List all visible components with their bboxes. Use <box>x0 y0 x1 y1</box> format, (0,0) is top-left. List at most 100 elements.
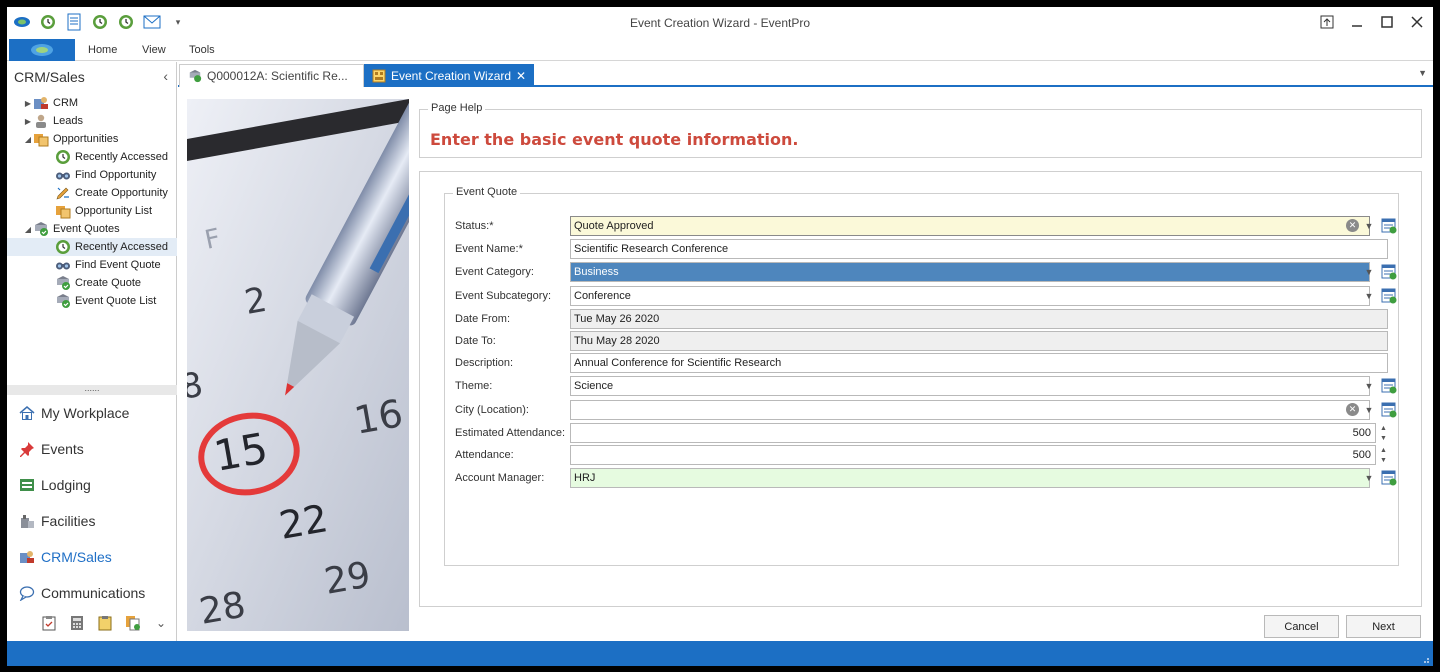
clear-icon[interactable]: ✕ <box>1346 403 1359 416</box>
event-quote-legend: Event Quote <box>453 186 521 198</box>
ribbon-tab-home[interactable]: Home <box>88 44 117 56</box>
expand-arrow-icon[interactable]: ▶ <box>23 117 33 126</box>
tree-item-leads[interactable]: ▶ Leads <box>7 112 177 130</box>
nav-shortcut-bar: ⌄ <box>41 615 169 631</box>
lookup-icon[interactable] <box>1380 469 1398 487</box>
event-name-field[interactable]: Scientific Research Conference <box>570 239 1388 259</box>
next-button[interactable]: Next <box>1346 615 1421 638</box>
tree-item-opportunity-list[interactable]: Opportunity List <box>7 202 177 220</box>
tree-item-opp-recently-accessed[interactable]: Recently Accessed <box>7 148 177 166</box>
event-subcategory-field[interactable]: Conference <box>570 286 1370 306</box>
minimize-icon[interactable] <box>1349 13 1365 31</box>
binoculars-icon <box>55 167 71 183</box>
clock-icon <box>55 239 71 255</box>
nav-header: CRM/Sales <box>14 69 85 85</box>
date-to-label: Date To: <box>455 335 496 347</box>
estimated-attendance-row: Estimated Attendance: 500 ▲ ▼ <box>455 423 1388 443</box>
ribbon-tab-tools[interactable]: Tools <box>189 44 215 56</box>
status-label: Status:* <box>455 220 494 232</box>
eventpro-logo-icon <box>31 44 53 56</box>
event-name-row: Event Name:* Scientific Research Confere… <box>455 239 1388 259</box>
lookup-icon[interactable] <box>1380 217 1398 235</box>
close-tab-icon[interactable]: ✕ <box>516 69 526 83</box>
documents-icon[interactable] <box>125 615 141 631</box>
nav-module-communications[interactable]: Communications <box>7 575 177 611</box>
resize-grip-icon[interactable] <box>1421 655 1429 663</box>
clear-icon[interactable]: ✕ <box>1346 219 1359 232</box>
attendance-label: Attendance: <box>455 449 514 461</box>
tree-item-quote-recently-accessed[interactable]: Recently Accessed <box>7 238 177 256</box>
app-window: ▾ Event Creation Wizard - EventPro Home … <box>7 7 1433 666</box>
expand-arrow-icon[interactable]: ▶ <box>23 99 33 108</box>
estimated-attendance-label: Estimated Attendance: <box>455 427 566 439</box>
event-quote-icon <box>188 69 202 83</box>
create-icon <box>55 185 71 201</box>
city-field[interactable] <box>570 400 1370 420</box>
lodging-icon <box>19 477 35 493</box>
tab-event-creation-wizard[interactable]: Event Creation Wizard ✕ <box>364 64 534 87</box>
account-manager-field[interactable]: HRJ <box>570 468 1370 488</box>
tab-quote-q000012a[interactable]: Q000012A: Scientific Re... <box>179 64 364 87</box>
ribbon-tab-view[interactable]: View <box>142 44 166 56</box>
collapse-nav-icon[interactable]: ‹ <box>163 68 168 84</box>
calculator-icon[interactable] <box>69 615 85 631</box>
wizard-content: F 2 8 16 15 22 29 28 Page Help Enter the… <box>178 89 1433 640</box>
event-quote-icon <box>55 293 71 309</box>
nav-module-my-workplace[interactable]: My Workplace <box>7 395 177 431</box>
nav-splitter[interactable]: ...... <box>7 384 177 395</box>
spin-buttons-icon[interactable]: ▲ ▼ <box>1377 423 1390 443</box>
nav-module-lodging[interactable]: Lodging <box>7 467 177 503</box>
collapse-arrow-icon[interactable]: ◢ <box>23 225 33 234</box>
estimated-attendance-field[interactable]: 500 <box>570 423 1376 443</box>
chevron-down-icon[interactable]: ▼ <box>1361 469 1377 487</box>
tree-item-crm[interactable]: ▶ CRM <box>7 94 177 112</box>
lookup-icon[interactable] <box>1380 377 1398 395</box>
tab-list-dropdown-icon[interactable]: ▼ <box>1418 68 1427 78</box>
window-controls <box>1319 13 1425 31</box>
description-field[interactable]: Annual Conference for Scientific Researc… <box>570 353 1388 373</box>
chevron-down-icon[interactable]: ▼ <box>1361 401 1377 419</box>
status-field[interactable]: Quote Approved <box>570 216 1370 236</box>
tree-item-create-opportunity[interactable]: Create Opportunity <box>7 184 177 202</box>
page-help-legend: Page Help <box>428 102 486 114</box>
tree-item-find-opportunity[interactable]: Find Opportunity <box>7 166 177 184</box>
date-from-field: Tue May 26 2020 <box>570 309 1388 329</box>
tree-item-opportunities[interactable]: ◢ Opportunities <box>7 130 177 148</box>
tree-item-find-event-quote[interactable]: Find Event Quote <box>7 256 177 274</box>
event-quote-group: Event Quote Status:* Quote Approved ✕ ▼ … <box>444 186 1399 566</box>
lookup-icon[interactable] <box>1380 263 1398 281</box>
attendance-field[interactable]: 500 <box>570 445 1376 465</box>
wizard-page-panel: Event Quote Status:* Quote Approved ✕ ▼ … <box>419 171 1422 607</box>
collapse-arrow-icon[interactable]: ◢ <box>23 135 33 144</box>
cancel-button[interactable]: Cancel <box>1264 615 1339 638</box>
home-icon <box>19 405 35 421</box>
event-category-field[interactable]: Business <box>570 262 1370 282</box>
nav-module-crm-sales[interactable]: CRM/Sales <box>7 539 177 575</box>
nav-module-facilities[interactable]: Facilities <box>7 503 177 539</box>
chevron-down-icon[interactable]: ⌄ <box>153 615 169 631</box>
theme-field[interactable]: Science <box>570 376 1370 396</box>
chevron-down-icon[interactable]: ▼ <box>1361 377 1377 395</box>
opportunity-icon <box>33 131 49 147</box>
lookup-icon[interactable] <box>1380 401 1398 419</box>
document-tabs: Q000012A: Scientific Re... Event Creatio… <box>178 62 1433 87</box>
close-icon[interactable] <box>1409 13 1425 31</box>
tree-item-create-quote[interactable]: Create Quote <box>7 274 177 292</box>
app-menu-button[interactable] <box>9 39 75 61</box>
lookup-icon[interactable] <box>1380 287 1398 305</box>
clock-icon <box>55 149 71 165</box>
chevron-down-icon[interactable]: ▼ <box>1361 263 1377 281</box>
tree-item-event-quote-list[interactable]: Event Quote List <box>7 292 177 310</box>
page-help-box: Page Help Enter the basic event quote in… <box>419 102 1422 158</box>
notes-icon[interactable] <box>97 615 113 631</box>
date-from-label: Date From: <box>455 313 511 325</box>
spin-buttons-icon[interactable]: ▲ ▼ <box>1377 445 1390 465</box>
clipboard-icon[interactable] <box>41 615 57 631</box>
chevron-down-icon[interactable]: ▼ <box>1361 287 1377 305</box>
theme-row: Theme: Science ▼ <box>455 376 1397 396</box>
chevron-down-icon[interactable]: ▼ <box>1361 217 1377 235</box>
tree-item-event-quotes[interactable]: ◢ Event Quotes <box>7 220 177 238</box>
restore-icon[interactable] <box>1319 13 1335 31</box>
maximize-icon[interactable] <box>1379 13 1395 31</box>
nav-module-events[interactable]: Events <box>7 431 177 467</box>
